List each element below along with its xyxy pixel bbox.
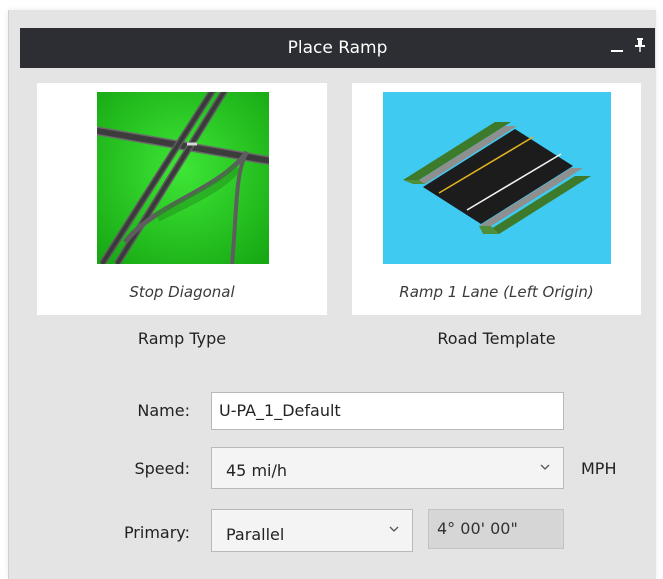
name-label: Name: (137, 401, 190, 420)
road-template-caption: Ramp 1 Lane (Left Origin) (399, 283, 594, 301)
road-template-card[interactable]: Ramp 1 Lane (Left Origin) (352, 83, 641, 315)
primary-select[interactable]: Parallel (211, 509, 413, 552)
road-segment-thumbnail-icon (383, 92, 611, 264)
road-template-label: Road Template (437, 329, 556, 348)
speed-select-value: 45 mi/h (226, 461, 288, 480)
ramp-type-card[interactable]: Stop Diagonal (37, 83, 327, 315)
window-title: Place Ramp (287, 38, 388, 58)
speed-select[interactable]: 45 mi/h (211, 447, 564, 489)
speed-unit: MPH (581, 459, 617, 478)
speed-label: Speed: (134, 459, 190, 478)
primary-select-value: Parallel (226, 525, 285, 544)
chevron-down-icon (540, 464, 550, 470)
ramp-type-caption: Stop Diagonal (129, 283, 235, 301)
title-bar[interactable]: Place Ramp (20, 28, 655, 68)
minimize-icon[interactable] (610, 40, 624, 54)
interchange-thumbnail-icon (97, 92, 269, 264)
pin-icon[interactable] (632, 36, 648, 54)
name-field[interactable]: U-PA_1_Default (211, 392, 564, 430)
ramp-type-label: Ramp Type (137, 329, 227, 348)
angle-field: 4° 00' 00" (428, 509, 564, 549)
chevron-down-icon (389, 526, 399, 532)
primary-label: Primary: (123, 523, 190, 542)
